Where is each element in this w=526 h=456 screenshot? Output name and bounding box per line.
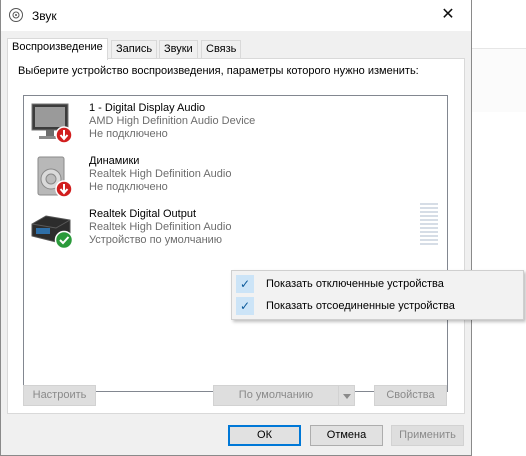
set-default-button[interactable]: По умолчанию [213,385,339,406]
device-status: Не подключено [89,128,168,140]
close-icon: ✕ [441,6,455,23]
sound-app-icon [9,8,23,22]
tab-communications[interactable]: Связь [201,40,242,59]
device-list[interactable]: 1 - Digital Display Audio AMD High Defin… [23,95,448,392]
device-name: Динамики [89,155,140,167]
close-button[interactable]: ✕ [425,0,471,31]
background-window [472,0,526,456]
menu-item-show-disconnected-devices[interactable]: ✓ Показать отсоединенные устройства [232,295,523,317]
list-item-realtek-digital-output[interactable]: Realtek Digital Output Realtek High Defi… [24,203,444,256]
ok-button[interactable]: ОК [228,425,301,446]
menu-item-label: Показать отсоединенные устройства [266,300,455,312]
sound-dialog: Звук ✕ Воспроизведение Запись Звуки Связ… [0,0,472,456]
device-name: 1 - Digital Display Audio [89,102,206,114]
monitor-icon [31,103,73,144]
speaker-icon [37,156,73,198]
device-description: Realtek High Definition Audio [89,221,232,233]
title-bar: Звук ✕ [1,0,471,31]
context-menu: ✓ Показать отключенные устройства ✓ Пока… [231,270,524,320]
tab-sounds[interactable]: Звуки [159,40,198,59]
device-description: Realtek High Definition Audio [89,168,232,180]
apply-button[interactable]: Применить [391,425,464,446]
tab-playback[interactable]: Воспроизведение [7,38,108,60]
menu-item-show-disabled-devices[interactable]: ✓ Показать отключенные устройства [232,273,523,295]
cancel-button[interactable]: Отмена [310,425,383,446]
configure-button[interactable]: Настроить [23,385,96,406]
check-icon: ✓ [236,297,254,315]
chevron-down-icon [343,394,351,399]
digital-output-icon [31,215,74,250]
list-item-speakers[interactable]: Динамики Realtek High Definition Audio Н… [24,155,444,203]
tab-recording[interactable]: Запись [111,40,158,59]
device-description: AMD High Definition Audio Device [89,115,256,127]
properties-button[interactable]: Свойства [374,385,447,406]
menu-item-label: Показать отключенные устройства [266,278,444,290]
instruction-text: Выберите устройство воспроизведения, пар… [18,65,419,77]
list-item-digital-display-audio[interactable]: 1 - Digital Display Audio AMD High Defin… [24,102,444,150]
set-default-dropdown[interactable] [338,385,355,406]
device-status: Не подключено [89,181,168,193]
background-strip [472,48,526,112]
volume-meter [420,203,438,245]
check-icon: ✓ [236,275,254,293]
playback-panel: Выберите устройство воспроизведения, пар… [7,58,465,414]
device-name: Realtek Digital Output [89,208,196,220]
window-title: Звук [32,9,57,23]
device-status: Устройство по умолчанию [89,234,223,246]
